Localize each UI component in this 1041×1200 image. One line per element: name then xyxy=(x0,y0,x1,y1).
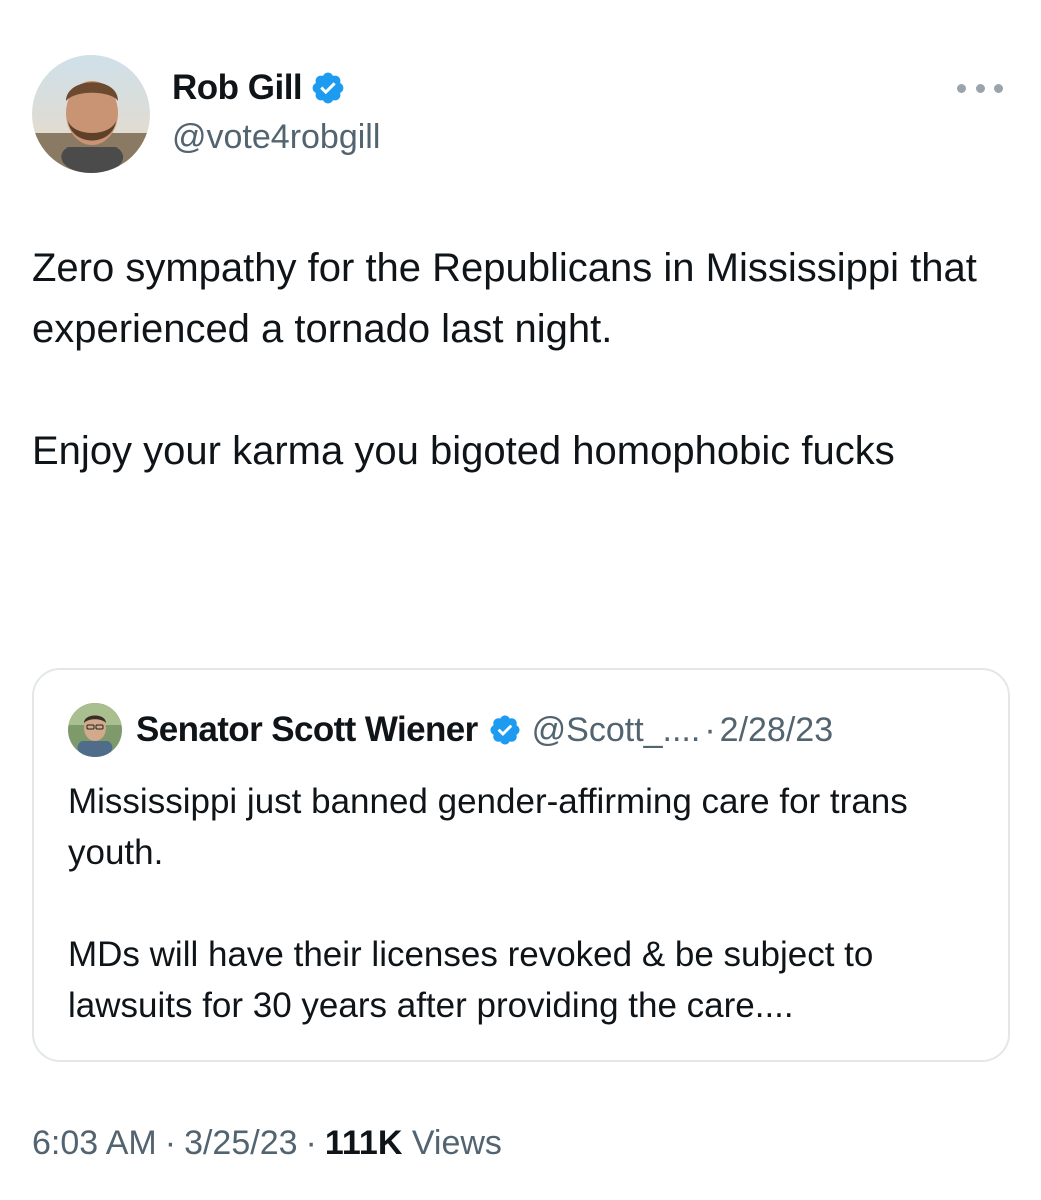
quoted-tweet-card[interactable]: Senator Scott Wiener @Scott_.... · 2/28/… xyxy=(32,668,1010,1062)
tweet-paragraph: Zero sympathy for the Republicans in Mis… xyxy=(32,246,977,351)
views-count[interactable]: 111K xyxy=(325,1124,403,1162)
tweet-text: Zero sympathy for the Republicans in Mis… xyxy=(32,238,992,482)
separator-dot: · xyxy=(305,1124,317,1162)
author-handle[interactable]: @vote4robgill xyxy=(172,118,380,157)
views-label: Views xyxy=(411,1124,502,1162)
dot xyxy=(994,83,1003,93)
author-name-row[interactable]: Rob Gill xyxy=(172,68,346,108)
quoted-tweet-header: Senator Scott Wiener @Scott_.... · 2/28/… xyxy=(68,702,833,758)
tweet-meta: 6:03 AM · 3/25/23 · 111K Views xyxy=(32,1124,502,1163)
tweet-time[interactable]: 6:03 AM xyxy=(32,1124,157,1162)
quoted-tweet-paragraph: Mississippi just banned gender-affirming… xyxy=(68,782,908,872)
dot xyxy=(975,83,985,93)
quoted-author-name: Senator Scott Wiener xyxy=(136,710,478,749)
verified-badge-icon xyxy=(310,70,346,106)
more-dots-icon[interactable] xyxy=(957,78,1003,98)
tweet-paragraph: Enjoy your karma you bigoted homophobic … xyxy=(32,429,895,473)
tweet-date[interactable]: 3/25/23 xyxy=(184,1124,297,1162)
separator-dot: · xyxy=(704,710,716,749)
author-display-name[interactable]: Rob Gill xyxy=(172,68,303,108)
separator-dot: · xyxy=(164,1124,177,1162)
quoted-tweet-paragraph: MDs will have their licenses revoked & b… xyxy=(68,935,874,1025)
verified-badge-icon xyxy=(488,713,522,747)
quoted-author-avatar xyxy=(68,703,122,757)
quoted-tweet-date: 2/28/23 xyxy=(719,710,834,749)
quoted-author-handle: @Scott_.... xyxy=(531,710,701,749)
dot xyxy=(957,83,966,93)
quoted-tweet-text: Mississippi just banned gender-affirming… xyxy=(68,776,988,1031)
author-avatar[interactable] xyxy=(32,55,150,173)
tweet: Rob Gill @vote4robgill Zero sympathy for… xyxy=(0,0,1041,1200)
